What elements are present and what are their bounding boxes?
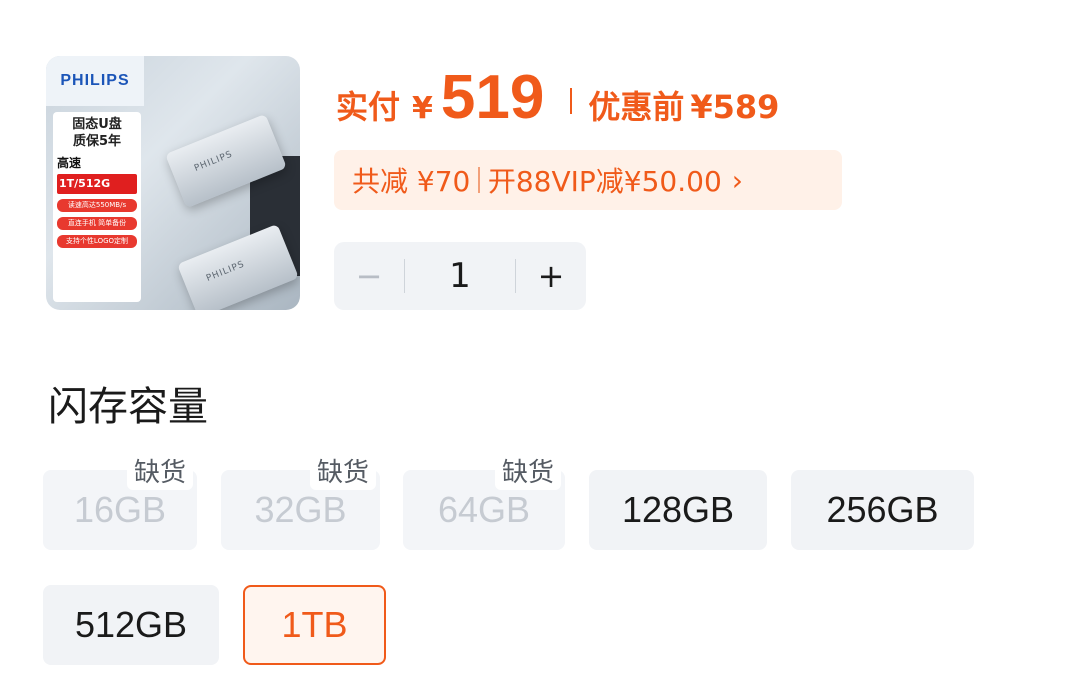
increase-quantity-button[interactable]: + (516, 257, 586, 295)
promo-chip: 支持个性LOGO定制 (57, 235, 137, 248)
paid-label: 实付 (336, 88, 401, 126)
original-price-label: 优惠前 (588, 88, 685, 126)
promo-chip: 读速高达550MB/s (57, 199, 137, 212)
capacity-option-16gb: 16GB 缺货 (43, 450, 197, 550)
brand-logo: PHILIPS (46, 56, 144, 106)
capacity-option-64gb: 64GB 缺货 (403, 450, 565, 550)
price-divider (570, 88, 573, 114)
promo-headline-1: 固态U盘 (72, 117, 122, 132)
option-label: 32GB (254, 489, 347, 530)
out-of-stock-badge: 缺货 (309, 450, 376, 490)
discount-divider (478, 167, 480, 193)
promo-capacity-label: 1T/512G (57, 174, 137, 194)
vip-discount-text: 开88VIP减¥50.00 (487, 165, 722, 198)
option-label: 64GB (437, 489, 531, 530)
capacity-option-256gb[interactable]: 256GB (791, 470, 974, 550)
discount-detail-button[interactable]: 共减 ¥70 开88VIP减¥50.00 › (334, 150, 842, 210)
drive-brand-text: PHILIPS (204, 259, 247, 284)
decrease-quantity-button[interactable]: − (334, 257, 404, 295)
chevron-right-icon: › (731, 163, 743, 197)
usb-drive-graphic: PHILIPS (177, 223, 299, 310)
total-discount-text: 共减 ¥70 (352, 165, 471, 198)
promo-speed-label: 高速 (57, 156, 82, 170)
capacity-option-32gb: 32GB 缺货 (221, 450, 380, 550)
capacity-option-512gb[interactable]: 512GB (43, 585, 219, 665)
option-label: 1TB (281, 604, 348, 645)
option-label: 16GB (73, 489, 167, 530)
capacity-section-title: 闪存容量 (48, 384, 208, 430)
out-of-stock-badge: 缺货 (494, 450, 561, 490)
drive-brand-text: PHILIPS (192, 149, 235, 174)
option-label: 128GB (621, 489, 735, 530)
paid-amount: 519 (440, 63, 545, 132)
option-label: 512GB (74, 604, 188, 645)
quantity-stepper: − 1 + (334, 242, 586, 310)
price-row: 实付 ¥ 519 优惠前 ¥589 (336, 62, 779, 132)
promo-chip: 直连手机 简单备份 (57, 217, 137, 230)
quantity-value[interactable]: 1 (405, 256, 515, 296)
option-label: 256GB (826, 489, 939, 530)
capacity-option-1tb[interactable]: 1TB (243, 585, 386, 665)
currency-symbol: ¥ (412, 91, 433, 126)
original-price: ¥589 (690, 88, 780, 126)
product-image[interactable]: PHILIPS 固态U盘 质保5年 高速 1T/512G 读速高达550MB/s… (46, 56, 300, 310)
capacity-option-128gb[interactable]: 128GB (589, 470, 767, 550)
product-promo-panel: 固态U盘 质保5年 高速 1T/512G 读速高达550MB/s 直连手机 简单… (53, 112, 141, 302)
promo-headline-2: 质保5年 (72, 134, 122, 149)
out-of-stock-badge: 缺货 (126, 450, 193, 490)
